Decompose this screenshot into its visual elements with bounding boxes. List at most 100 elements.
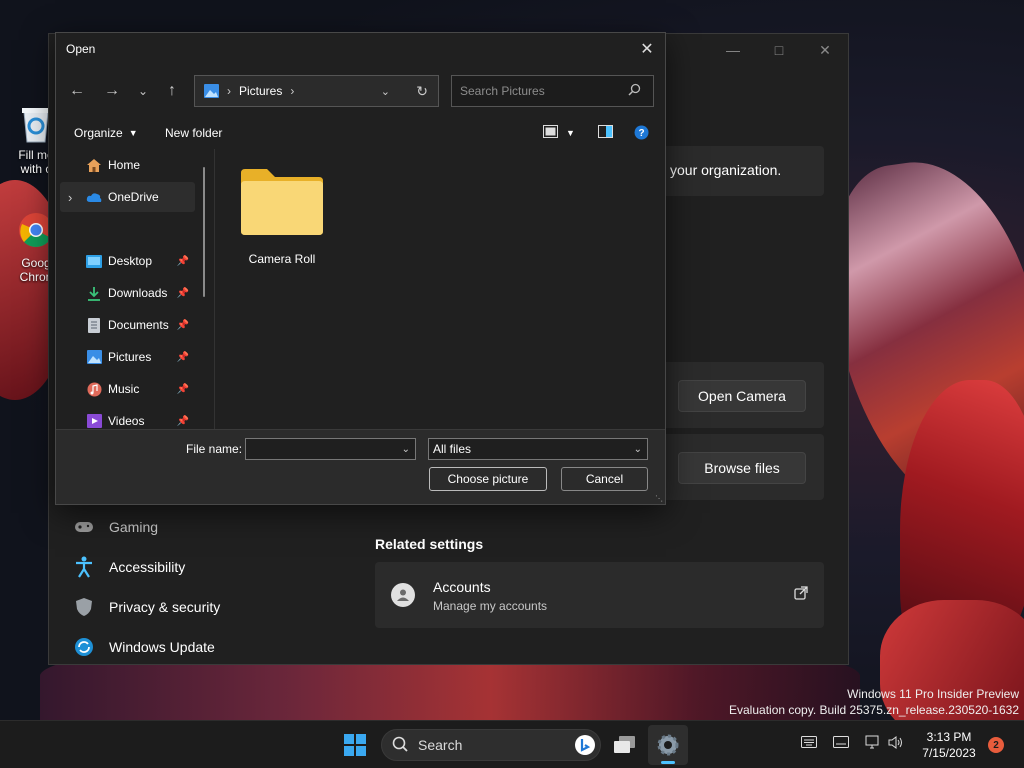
- refresh-icon[interactable]: ↻: [416, 83, 428, 100]
- help-icon[interactable]: ?: [634, 125, 649, 140]
- forward-arrow-icon[interactable]: →: [99, 81, 125, 101]
- bing-icon[interactable]: [574, 734, 596, 759]
- sidebar-item-downloads[interactable]: Downloads 📌: [60, 278, 195, 308]
- windows-update-icon: [73, 636, 95, 658]
- sidebar-item-videos[interactable]: Videos 📌: [60, 406, 195, 429]
- chevron-down-icon: ▼: [128, 128, 138, 138]
- accounts-card[interactable]: Accounts Manage my accounts: [375, 562, 824, 628]
- pin-icon[interactable]: 📌: [177, 384, 189, 395]
- recent-locations-chevron-icon[interactable]: ⌄: [130, 81, 156, 101]
- sidebar-item-label: Videos: [108, 414, 145, 428]
- home-icon: [86, 157, 102, 173]
- sidebar-item-label: Desktop: [108, 254, 153, 268]
- file-item-label: Camera Roll: [248, 252, 316, 266]
- new-folder-button[interactable]: New folder: [165, 126, 222, 140]
- address-bar[interactable]: › Pictures › ⌄ ↻: [194, 75, 439, 107]
- file-type-select[interactable]: All files ⌄: [428, 438, 648, 460]
- file-name-input[interactable]: ⌄: [245, 438, 416, 460]
- touch-keyboard-icon[interactable]: [833, 736, 849, 751]
- clock-date: 7/15/2023: [922, 746, 976, 760]
- navigation-scrollbar[interactable]: [203, 167, 205, 297]
- resize-grip-icon[interactable]: ⋱: [655, 494, 663, 503]
- nav-item-label: Windows Update: [109, 639, 215, 655]
- maximize-icon[interactable]: □: [756, 34, 802, 66]
- nav-item-privacy[interactable]: Privacy & security: [73, 592, 220, 622]
- open-camera-button[interactable]: Open Camera: [678, 380, 806, 412]
- file-type-value: All files: [433, 442, 472, 456]
- browse-files-button[interactable]: Browse files: [678, 452, 806, 484]
- choose-picture-button[interactable]: Choose picture: [429, 467, 547, 491]
- up-arrow-icon[interactable]: ↑: [159, 81, 185, 101]
- settings-gear-icon: [657, 734, 679, 759]
- watermark-line: Evaluation copy. Build 25375.zn_release.…: [729, 703, 1019, 717]
- notification-badge[interactable]: 2: [988, 737, 1004, 753]
- music-icon: [86, 381, 102, 397]
- view-options-button[interactable]: ▼: [543, 125, 575, 141]
- sidebar-item-documents[interactable]: Documents 📌: [60, 310, 195, 340]
- taskbar-search[interactable]: Search: [381, 729, 601, 761]
- volume-icon[interactable]: [888, 736, 904, 752]
- cancel-button[interactable]: Cancel: [561, 467, 648, 491]
- nav-item-windows-update[interactable]: Windows Update: [73, 632, 215, 662]
- sidebar-item-onedrive[interactable]: › OneDrive: [60, 182, 195, 212]
- chevron-down-icon: ⌄: [633, 443, 642, 455]
- close-icon[interactable]: ✕: [802, 34, 848, 66]
- sidebar-item-music[interactable]: Music 📌: [60, 374, 195, 404]
- preview-pane-icon[interactable]: [598, 125, 613, 138]
- account-avatar-icon: [391, 583, 415, 607]
- external-link-icon[interactable]: [794, 586, 808, 603]
- navigation-pane: Home › OneDrive Desktop 📌 Downloads 📌 Do…: [56, 149, 214, 429]
- expand-chevron-icon[interactable]: ›: [60, 190, 86, 205]
- breadcrumb-separator-icon: ›: [290, 84, 295, 98]
- sidebar-item-label: Documents: [108, 318, 169, 332]
- pane-divider: [214, 149, 215, 429]
- sidebar-item-pictures[interactable]: Pictures 📌: [60, 342, 195, 372]
- breadcrumb-pictures[interactable]: Pictures: [239, 84, 282, 98]
- watermark-line: Windows 11 Pro Insider Preview: [847, 687, 1019, 701]
- folder-icon: [232, 167, 332, 240]
- clock[interactable]: 3:13 PM 7/15/2023: [916, 729, 982, 761]
- back-arrow-icon[interactable]: ←: [64, 81, 90, 101]
- file-item-camera-roll[interactable]: Camera Roll: [232, 167, 332, 277]
- sidebar-item-label: OneDrive: [108, 190, 159, 204]
- pin-icon[interactable]: 📌: [177, 288, 189, 299]
- window-controls: — □ ✕: [710, 34, 848, 66]
- desktop-folder-icon: [86, 253, 102, 269]
- nav-item-gaming[interactable]: Gaming: [73, 512, 158, 542]
- task-view-icon[interactable]: [613, 734, 637, 759]
- organize-button[interactable]: Organize ▼: [74, 126, 138, 140]
- sidebar-item-label: Downloads: [108, 286, 168, 300]
- pin-icon[interactable]: 📌: [177, 320, 189, 331]
- pictures-location-icon: [204, 84, 219, 98]
- sidebar-item-home[interactable]: Home: [60, 150, 195, 180]
- sidebar-item-label: Music: [108, 382, 140, 396]
- start-button[interactable]: [344, 734, 366, 759]
- sidebar-item-label: Pictures: [108, 350, 152, 364]
- documents-icon: [86, 317, 102, 333]
- minimize-icon[interactable]: —: [710, 34, 756, 66]
- address-dropdown-chevron-icon[interactable]: ⌄: [381, 85, 390, 98]
- taskbar: Search 3:13 PM 7/15/2023 2: [0, 720, 1024, 768]
- search-input[interactable]: Search Pictures: [451, 75, 654, 107]
- close-icon[interactable]: ✕: [633, 35, 661, 63]
- nav-item-accessibility[interactable]: Accessibility: [73, 552, 185, 582]
- breadcrumb-separator-icon: ›: [227, 84, 231, 98]
- dialog-footer: File name: ⌄ All files ⌄ Choose picture …: [56, 429, 665, 504]
- network-icon[interactable]: [865, 735, 881, 752]
- pin-icon[interactable]: 📌: [177, 256, 189, 267]
- svg-text:?: ?: [638, 128, 644, 139]
- open-dialog: Open ✕ ← → ⌄ ↑ › Pictures › ⌄ ↻ Search P…: [55, 32, 666, 505]
- pictures-icon: [86, 349, 102, 365]
- search-icon: [392, 736, 408, 755]
- view-icon: [543, 125, 558, 141]
- keyboard-icon[interactable]: [801, 736, 817, 751]
- accessibility-icon: [73, 556, 95, 578]
- organize-label: Organize: [74, 126, 123, 140]
- info-card: your organization.: [659, 146, 824, 196]
- taskbar-app-settings[interactable]: [648, 725, 688, 765]
- pin-icon[interactable]: 📌: [177, 352, 189, 363]
- pin-icon[interactable]: 📌: [177, 416, 189, 427]
- sidebar-item-desktop[interactable]: Desktop 📌: [60, 246, 195, 276]
- taskbar-search-label: Search: [418, 737, 463, 753]
- wallpaper-ribbon: [880, 600, 1024, 740]
